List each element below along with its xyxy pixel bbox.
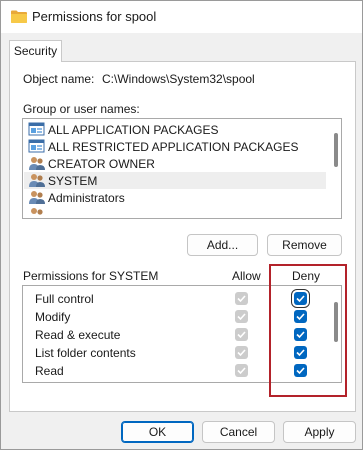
window-title: Permissions for spool [32,9,157,24]
list-item-creator-owner[interactable]: CREATOR OWNER [24,155,326,172]
checkmark-icon [237,295,246,303]
ok-button[interactable]: OK [121,421,194,443]
permission-label: List folder contents [35,346,136,360]
permissions-dialog: Permissions for spool Security Object na… [0,0,363,450]
deny-checkbox[interactable] [291,289,310,308]
remove-button[interactable]: Remove [267,234,342,256]
users-icon [29,157,45,170]
permission-row-partial [24,380,324,383]
deny-checkbox[interactable] [294,382,307,383]
apply-button[interactable]: Apply [283,421,356,443]
object-name-value: C:\Windows\System32\spool [102,72,255,86]
group-list-scrollbar[interactable] [334,133,338,167]
list-item-label: Administrators [48,190,125,205]
permission-row-full-control: Full control [24,289,324,308]
deny-column-header: Deny [292,269,321,283]
folder-icon [11,10,27,23]
allow-checkbox [235,328,248,341]
allow-column-header: Allow [232,269,261,283]
permission-row-read: Read [24,362,324,380]
deny-checkbox[interactable] [294,310,307,323]
allow-checkbox [235,382,248,383]
list-item-label: ALL APPLICATION PACKAGES [48,122,219,137]
add-button[interactable]: Add... [187,234,258,256]
tab-security[interactable]: Security [9,40,62,62]
checkmark-icon [237,331,246,339]
users-icon [29,191,45,204]
package-group-icon [28,122,45,136]
list-item-label: SYSTEM [48,173,98,188]
list-item-label: ALL RESTRICTED APPLICATION PACKAGES [48,139,299,154]
list-item-system[interactable]: SYSTEM [24,172,326,189]
list-item-partial [24,206,326,218]
permission-label: Modify [35,310,71,324]
permission-row-list-folder-contents: List folder contents [24,344,324,362]
permission-label: Full control [35,292,94,306]
users-icon [31,208,43,215]
allow-checkbox [235,292,248,305]
checkmark-icon [296,331,305,339]
allow-checkbox [235,310,248,323]
permissions-scrollbar[interactable] [334,302,338,342]
permission-row-modify: Modify [24,308,324,326]
allow-checkbox [235,364,248,377]
allow-checkbox [235,346,248,359]
package-group-icon [28,139,45,153]
checkmark-icon [237,313,246,321]
checkmark-icon [237,367,246,375]
deny-checkbox[interactable] [294,346,307,359]
list-item-administrators[interactable]: Administrators [24,189,326,206]
permissions-header: Permissions for SYSTEM [23,269,159,283]
deny-checkbox[interactable] [294,328,307,341]
permissions-list: Full control Modify Read & execute List … [22,285,342,383]
checkmark-icon [296,313,305,321]
group-user-list[interactable]: ALL APPLICATION PACKAGES ALL RESTRICTED … [22,118,342,219]
deny-checkbox[interactable] [294,364,307,377]
checkmark-icon [296,295,305,303]
permission-label: Read & execute [35,328,121,342]
list-item-label: CREATOR OWNER [48,156,155,171]
permission-row-read-execute: Read & execute [24,326,324,344]
checkmark-icon [237,349,246,357]
cancel-button[interactable]: Cancel [202,421,275,443]
users-icon [29,174,45,187]
checkmark-icon [296,349,305,357]
group-list-label: Group or user names: [23,102,140,116]
permission-label: Read [35,364,64,378]
title-bar: Permissions for spool [1,1,362,33]
list-item-all-application-packages[interactable]: ALL APPLICATION PACKAGES [24,121,326,138]
object-name-label: Object name: [23,72,95,86]
list-item-all-restricted-application-packages[interactable]: ALL RESTRICTED APPLICATION PACKAGES [24,138,326,155]
checkmark-icon [296,367,305,375]
